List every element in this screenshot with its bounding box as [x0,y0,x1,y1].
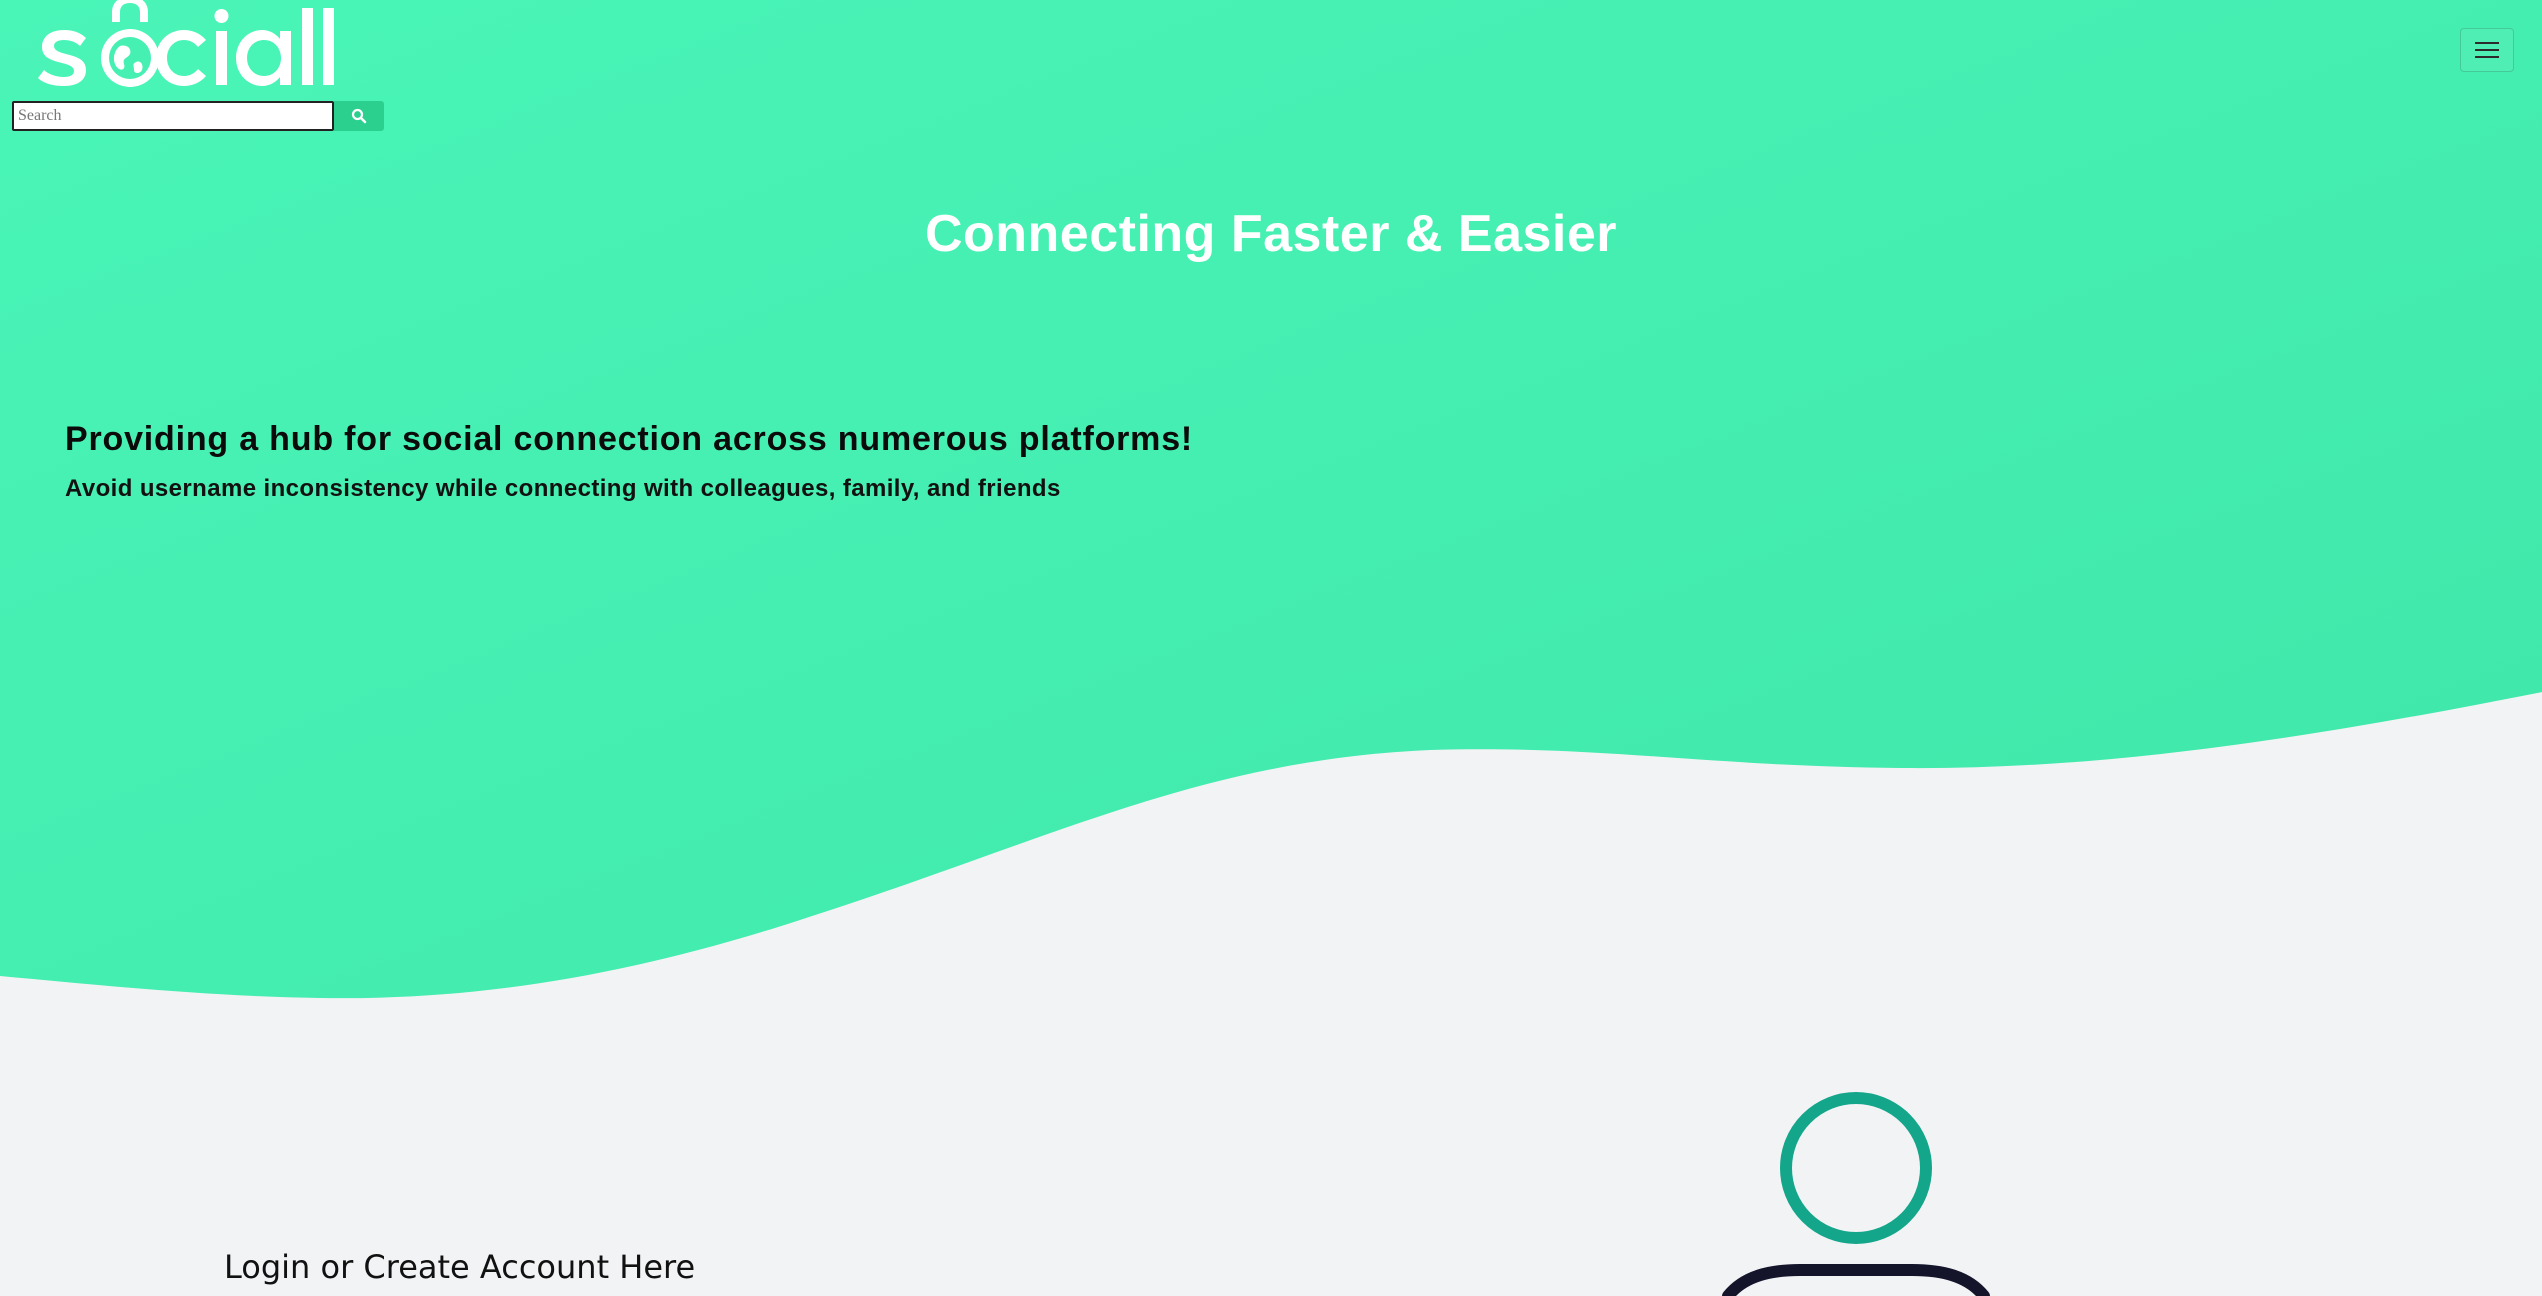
hero-wave-background [0,0,2542,1296]
menu-toggle-button[interactable] [2460,28,2514,72]
search-button[interactable] [334,101,384,131]
user-avatar-illustration [1722,1092,1990,1296]
hero-tagline: Providing a hub for social connection ac… [65,420,1194,458]
landing-page: Connecting Faster & Easier Providing a h… [0,0,2542,1296]
sociall-logo[interactable] [30,0,350,96]
user-body-icon [1722,1264,1990,1296]
search-icon [351,108,367,124]
login-heading: Login or Create Account Here [224,1248,696,1286]
user-head-icon [1780,1092,1932,1244]
hero-title: Connecting Faster & Easier [924,205,1618,263]
hamburger-menu-icon [2475,42,2499,58]
hero-subtagline: Avoid username inconsistency while conne… [65,475,1061,502]
search-bar [12,101,384,131]
search-input[interactable] [12,101,334,131]
